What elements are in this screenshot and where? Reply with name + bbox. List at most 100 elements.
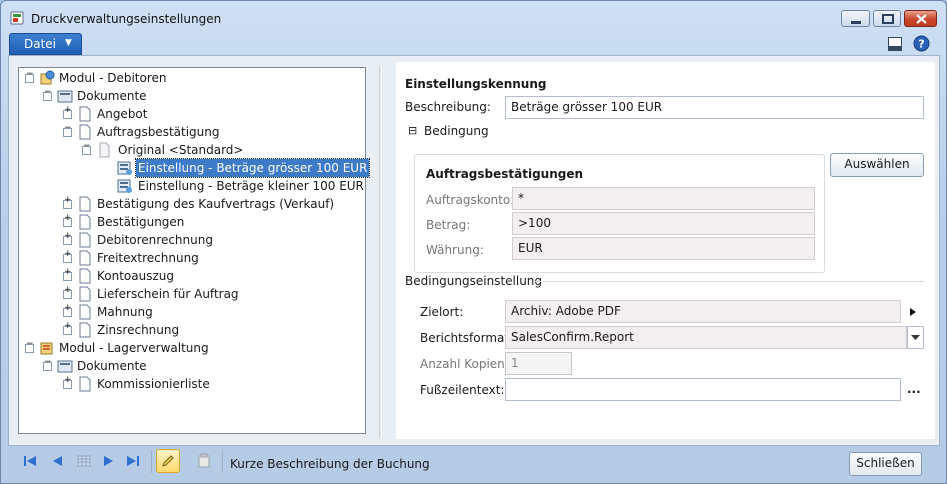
tree-node-label: Dokumente xyxy=(77,89,147,103)
collapse-icon[interactable]: − xyxy=(82,142,91,155)
detail-pane: Einstellungskennung Beschreibung: Beträg… xyxy=(396,62,935,439)
amount-field[interactable]: >100 xyxy=(512,212,815,235)
select-button[interactable]: Auswählen xyxy=(830,153,924,177)
destination-label: Zielort: xyxy=(420,305,464,319)
next-record-icon[interactable] xyxy=(101,453,117,469)
expand-icon[interactable]: + xyxy=(63,322,72,335)
tree-node-label: Original <Standard> xyxy=(118,143,244,157)
expand-icon[interactable]: + xyxy=(63,286,72,299)
footer-text-label: Fußzeilentext: xyxy=(420,383,505,397)
collapse-icon[interactable]: − xyxy=(25,70,34,83)
expand-icon[interactable]: + xyxy=(63,268,72,281)
close-icon xyxy=(916,14,927,24)
section-title-id: Einstellungskennung xyxy=(405,77,547,91)
close-button[interactable]: Schließen xyxy=(849,452,922,476)
format-label: Berichtsformat: xyxy=(420,331,514,345)
document-icon xyxy=(79,214,91,230)
tree-node-documents-lager[interactable]: − Dokumente xyxy=(43,357,343,375)
expand-icon[interactable]: + xyxy=(63,232,72,245)
tree-node-lieferschein[interactable]: + Lieferschein für Auftrag xyxy=(63,285,343,303)
title-bar: Druckverwaltungseinstellungen xyxy=(1,1,946,33)
lookup-button[interactable]: ... xyxy=(907,382,921,396)
tree-node-label: Lieferschein für Auftrag xyxy=(97,287,239,301)
document-icon xyxy=(79,106,91,122)
amount-label: Betrag: xyxy=(426,218,471,232)
description-label: Beschreibung: xyxy=(405,100,491,114)
collapse-icon[interactable]: − xyxy=(25,340,34,353)
group-title: Auftragsbestätigungen xyxy=(426,167,584,181)
module-icon xyxy=(40,70,55,85)
layout-icon[interactable] xyxy=(887,36,903,52)
tree-node-setting-less-100[interactable]: Einstellung - Beträge kleiner 100 EUR xyxy=(117,177,364,195)
expand-icon[interactable]: + xyxy=(63,106,72,119)
tree-node-zinsrechnung[interactable]: + Zinsrechnung xyxy=(63,321,343,339)
documents-icon xyxy=(57,360,73,373)
tree-node-auftragsbestaetigung[interactable]: − Auftragsbestätigung xyxy=(63,123,343,141)
window: Druckverwaltungseinstellungen Datei ▼ ? … xyxy=(0,0,947,484)
minimize-button[interactable] xyxy=(841,10,870,27)
collapse-icon[interactable]: − xyxy=(63,124,72,137)
tree-node-module-debitoren[interactable]: − Modul - Debitoren xyxy=(25,69,355,87)
settings-tree[interactable]: − Modul - Debitoren − Dokumente + Angebo… xyxy=(18,67,371,434)
format-dropdown-button[interactable] xyxy=(907,326,924,349)
description-field[interactable]: Beträge grösser 100 EUR xyxy=(505,96,924,119)
tree-node-label: Debitorenrechnung xyxy=(97,233,213,247)
tree-node-bestaetigungen[interactable]: + Bestätigungen xyxy=(63,213,343,231)
close-window-button[interactable] xyxy=(904,10,937,27)
expand-icon[interactable]: + xyxy=(63,304,72,317)
tree-node-angebot[interactable]: + Angebot xyxy=(63,105,343,123)
tree-node-original[interactable]: − Original <Standard> xyxy=(82,141,342,159)
format-select[interactable]: SalesConfirm.Report xyxy=(505,326,907,349)
expand-icon[interactable]: + xyxy=(63,196,72,209)
edit-button[interactable] xyxy=(156,449,180,473)
copies-label: Anzahl Kopien: xyxy=(420,357,509,371)
tree-node-kommissionierliste[interactable]: + Kommissionierliste xyxy=(63,375,343,393)
collapse-section-icon[interactable]: ⊟ xyxy=(408,124,417,137)
status-text: Kurze Beschreibung der Buchung xyxy=(230,457,430,471)
chevron-down-icon xyxy=(911,335,920,340)
tree-node-label: Einstellung - Beträge grösser 100 EUR xyxy=(134,158,371,178)
last-record-icon[interactable] xyxy=(125,453,141,469)
grid-icon[interactable] xyxy=(76,453,92,469)
currency-field[interactable]: EUR xyxy=(512,237,815,260)
section-title-condition: Bedingung xyxy=(424,124,489,138)
footer-toolbar: Kurze Beschreibung der Buchung Schließen xyxy=(8,447,940,479)
expand-icon[interactable]: + xyxy=(63,214,72,227)
account-field[interactable]: * xyxy=(512,187,815,210)
section-divider xyxy=(533,281,924,282)
restore-icon xyxy=(882,14,894,24)
document-original-icon xyxy=(99,142,110,158)
account-label: Auftragskonto: xyxy=(426,193,515,207)
tree-node-mahnung[interactable]: + Mahnung xyxy=(63,303,343,321)
tree-node-module-lagerverwaltung[interactable]: − Modul - Lagerverwaltung xyxy=(25,339,355,357)
destination-field[interactable]: Archiv: Adobe PDF xyxy=(505,300,901,323)
tree-node-setting-greater-100[interactable]: Einstellung - Beträge grösser 100 EUR xyxy=(117,158,371,178)
tree-node-kontoauszug[interactable]: + Kontoauszug xyxy=(63,267,343,285)
tree-node-freitextrechnung[interactable]: + Freitextrechnung xyxy=(63,249,343,267)
tree-node-documents[interactable]: − Dokumente xyxy=(43,87,343,105)
collapse-icon[interactable]: − xyxy=(43,88,52,101)
window-title: Druckverwaltungseinstellungen xyxy=(31,12,222,26)
currency-label: Währung: xyxy=(426,243,484,257)
toolbar-separator xyxy=(222,451,223,473)
restore-button[interactable] xyxy=(873,10,901,27)
help-icon[interactable]: ? xyxy=(913,35,930,52)
copies-field[interactable]: 1 xyxy=(505,352,572,375)
file-menu-button[interactable]: Datei ▼ xyxy=(9,33,82,55)
tree-node-debitorenrechnung[interactable]: + Debitorenrechnung xyxy=(63,231,343,249)
expand-icon[interactable]: + xyxy=(63,250,72,263)
first-record-icon[interactable] xyxy=(22,453,38,469)
footer-text-field[interactable] xyxy=(505,378,901,401)
tree-node-label: Zinsrechnung xyxy=(97,323,180,337)
collapse-icon[interactable]: − xyxy=(43,358,52,371)
pane-splitter[interactable] xyxy=(379,66,382,438)
tree-node-bestaetigung-kaufvertrag[interactable]: + Bestätigung des Kaufvertrags (Verkauf) xyxy=(63,195,353,213)
previous-record-icon[interactable] xyxy=(49,453,65,469)
play-arrow-icon[interactable] xyxy=(909,307,917,317)
tree-node-label: Kommissionierliste xyxy=(97,377,210,391)
document-icon xyxy=(79,286,91,302)
attachment-icon[interactable] xyxy=(196,453,212,469)
main-content: − Modul - Debitoren − Dokumente + Angebo… xyxy=(8,55,940,446)
tree-node-label: Modul - Debitoren xyxy=(59,71,167,85)
expand-icon[interactable]: + xyxy=(63,376,72,389)
